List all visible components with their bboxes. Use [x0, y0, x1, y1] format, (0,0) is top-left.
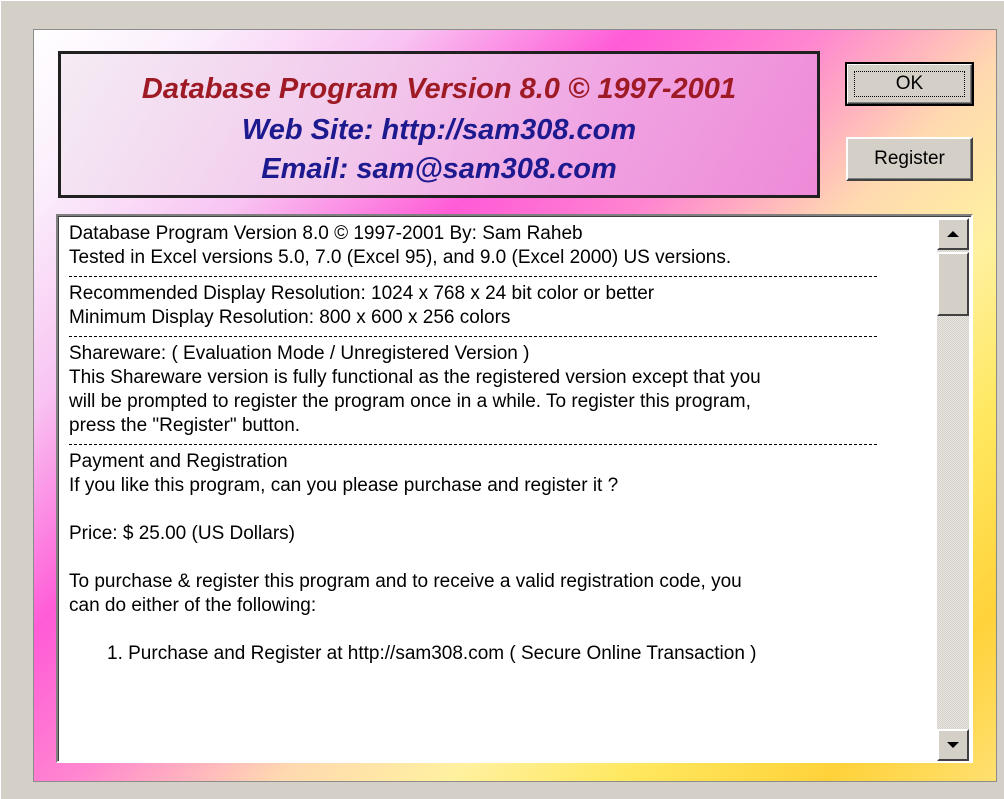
- register-button[interactable]: Register: [846, 137, 973, 181]
- ok-button[interactable]: OK: [845, 62, 974, 106]
- scroll-down-button[interactable]: [937, 729, 969, 761]
- dashed-separator: [69, 270, 929, 282]
- text-line: will be prompted to register the program…: [69, 391, 751, 412]
- text-line: Recommended Display Resolution: 1024 x 7…: [69, 283, 655, 304]
- text-line: press the "Register" button.: [69, 415, 301, 436]
- header-banner: Database Program Version 8.0 © 1997-2001…: [58, 51, 820, 198]
- email-line: Email: sam@sam308.com: [261, 153, 617, 185]
- focus-rectangle: [854, 71, 965, 97]
- dashed-separator: [69, 330, 929, 342]
- scroll-up-button[interactable]: [937, 218, 969, 250]
- website-line: Web Site: http://sam308.com: [241, 114, 637, 146]
- text-line: 1. Purchase and Register at http://sam30…: [107, 643, 757, 664]
- scroll-up-arrow-icon: [947, 231, 959, 237]
- text-line: Database Program Version 8.0 © 1997-2001…: [69, 223, 583, 244]
- text-line: Tested in Excel versions 5.0, 7.0 (Excel…: [69, 247, 732, 268]
- text-line: Minimum Display Resolution: 800 x 600 x …: [69, 307, 511, 328]
- text-line: Price: $ 25.00 (US Dollars): [69, 523, 295, 544]
- register-button-label: Register: [874, 148, 945, 169]
- info-text-area[interactable]: Database Program Version 8.0 © 1997-2001…: [56, 214, 973, 763]
- text-line: If you like this program, can you please…: [69, 475, 619, 496]
- program-version-title: Database Program Version 8.0 © 1997-2001: [141, 73, 737, 105]
- text-line: Shareware: ( Evaluation Mode / Unregiste…: [69, 343, 530, 364]
- scroll-down-arrow-icon: [947, 742, 959, 748]
- text-line: This Shareware version is fully function…: [69, 367, 761, 388]
- text-line: To purchase & register this program and …: [69, 571, 742, 592]
- text-line: can do either of the following:: [69, 595, 317, 616]
- about-dialog: Database Program Version 8.0 © 1997-2001…: [0, 0, 1004, 799]
- scroll-thumb[interactable]: [937, 252, 969, 316]
- dashed-separator: [69, 438, 929, 450]
- info-text-content: Database Program Version 8.0 © 1997-2001…: [69, 222, 929, 666]
- text-line: Payment and Registration: [69, 451, 288, 472]
- vertical-scrollbar[interactable]: [937, 218, 969, 761]
